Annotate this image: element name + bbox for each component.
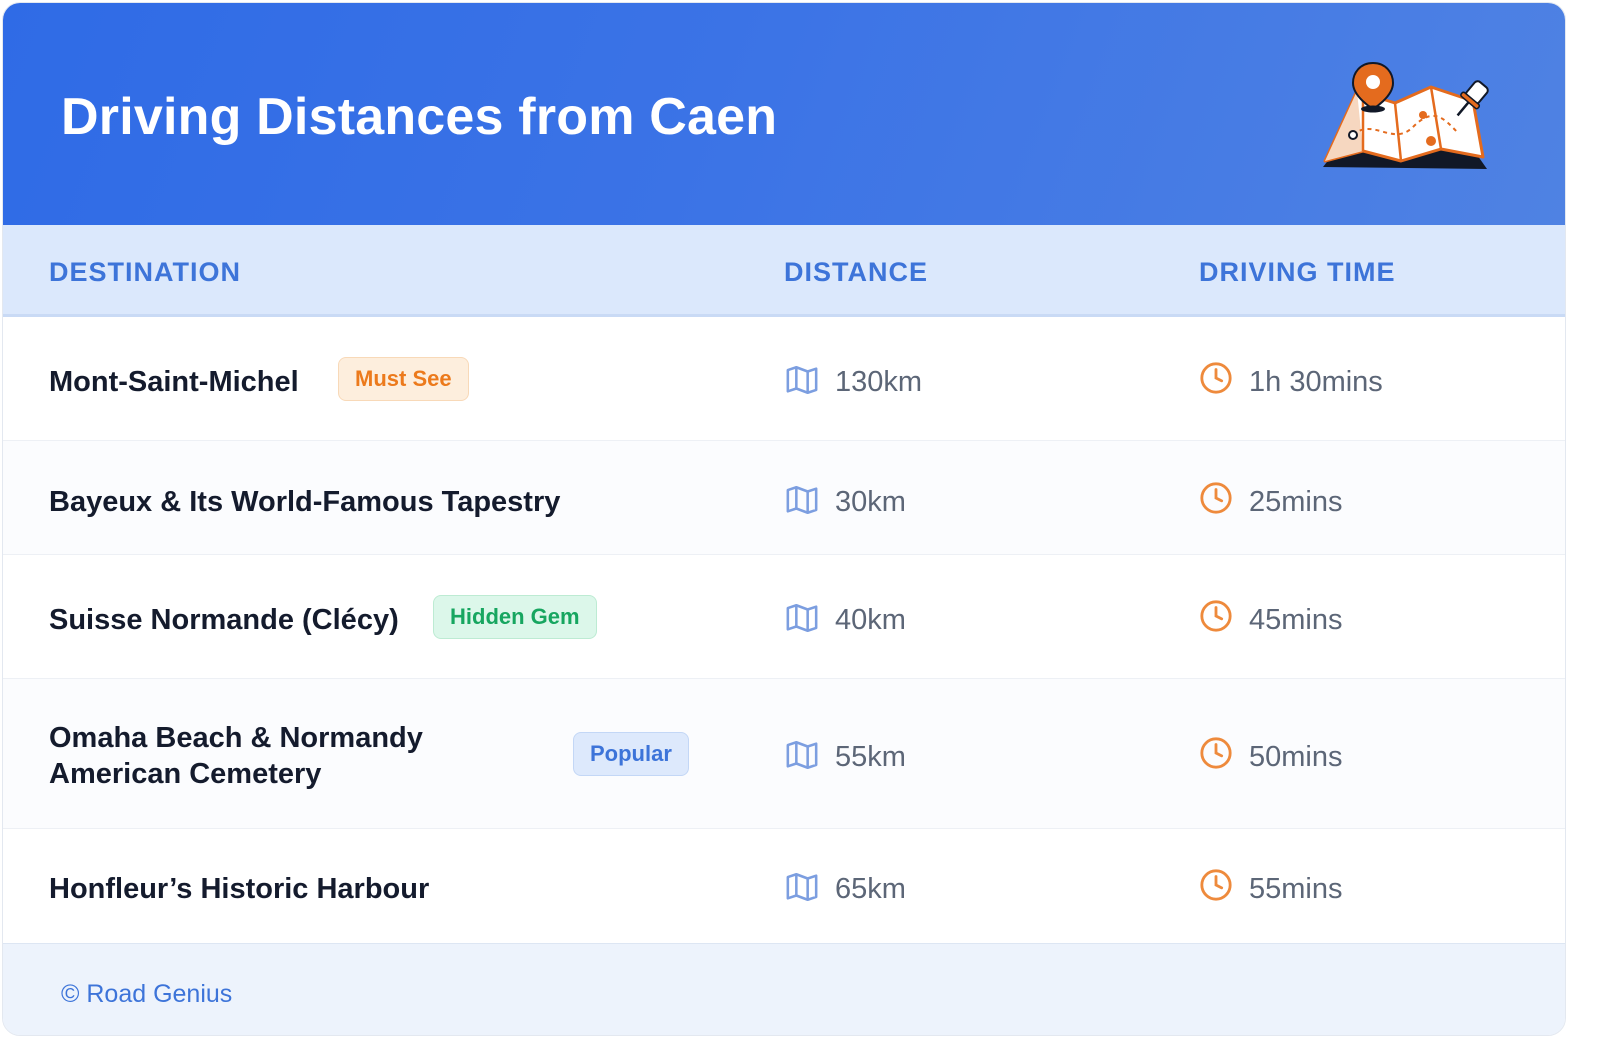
table-row: Honfleur’s Historic Harbour 65km 55mins [3, 829, 1565, 943]
destination-name: Bayeux & Its World-Famous Tapestry [49, 486, 561, 518]
driving-time-value: 50mins [1249, 741, 1343, 773]
table-row: Mont-Saint-Michel Must See 130km 1h 30mi… [3, 317, 1565, 441]
table-row: Bayeux & Its World-Famous Tapestry 30km … [3, 441, 1565, 555]
destination-name: Suisse Normande (Clécy) [49, 604, 399, 636]
header-banner: Driving Distances from Caen [3, 3, 1565, 225]
map-icon [786, 872, 818, 902]
destination-name: Mont-Saint-Michel [49, 366, 299, 398]
clock-icon [1200, 737, 1232, 769]
driving-time-value: 55mins [1249, 873, 1343, 905]
badge-popular: Popular [573, 732, 689, 776]
badge-hidden-gem: Hidden Gem [433, 595, 597, 639]
map-illustration-icon [1323, 61, 1489, 169]
map-icon [786, 365, 818, 395]
distance-value: 65km [835, 873, 906, 905]
clock-icon [1200, 869, 1232, 901]
map-icon [786, 603, 818, 633]
clock-icon [1200, 482, 1232, 514]
driving-time-value: 25mins [1249, 486, 1343, 518]
page-title: Driving Distances from Caen [61, 88, 778, 146]
column-header-distance: DISTANCE [784, 257, 929, 287]
distance-value: 40km [835, 604, 906, 636]
map-icon [786, 485, 818, 515]
table-header: DESTINATION DISTANCE DRIVING TIME [3, 225, 1565, 317]
distance-value: 30km [835, 486, 906, 518]
clock-icon [1200, 600, 1232, 632]
driving-time-value: 45mins [1249, 604, 1343, 636]
destination-name-line-1: Omaha Beach & Normandy [49, 722, 423, 754]
distance-card: Driving Distances from Caen DESTINATION … [2, 2, 1566, 1036]
map-icon [786, 740, 818, 770]
footer-credit: © Road Genius [61, 980, 233, 1008]
clock-icon [1200, 362, 1232, 394]
column-header-destination: DESTINATION [49, 257, 241, 287]
destination-name: Honfleur’s Historic Harbour [49, 873, 430, 905]
badge-must-see: Must See [338, 357, 469, 401]
column-header-driving-time: DRIVING TIME [1199, 257, 1396, 287]
distance-value: 55km [835, 741, 906, 773]
table-row: Suisse Normande (Clécy) Hidden Gem 40km … [3, 555, 1565, 679]
table-row: Omaha Beach & Normandy American Cemetery… [3, 679, 1565, 829]
distance-value: 130km [835, 366, 923, 398]
destination-name-line-2: American Cemetery [49, 758, 322, 790]
driving-time-value: 1h 30mins [1249, 366, 1383, 398]
footer: © Road Genius [3, 943, 1565, 1035]
